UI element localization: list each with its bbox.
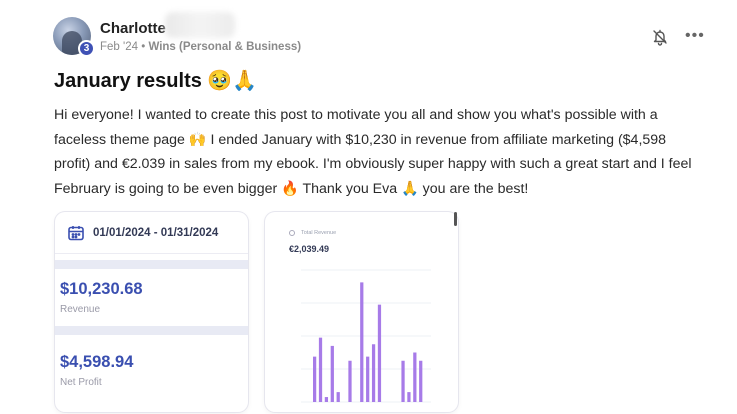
post-title: January results 🥹🙏 bbox=[54, 70, 258, 92]
redacted-name bbox=[165, 12, 235, 38]
date-range: 01/01/2024 - 01/31/2024 bbox=[93, 226, 219, 239]
chart-bar bbox=[377, 304, 382, 402]
meta-separator: • bbox=[141, 41, 146, 53]
chart-bar bbox=[336, 392, 340, 402]
bar-chart bbox=[301, 269, 431, 403]
more-horizontal-icon[interactable]: ••• bbox=[685, 27, 705, 45]
chart-bar bbox=[413, 352, 417, 402]
chart-bar bbox=[371, 344, 376, 402]
chart-bar bbox=[313, 356, 317, 402]
chart-bar bbox=[330, 345, 334, 402]
scrollbar-handle[interactable] bbox=[454, 212, 457, 226]
revenue-value: $10,230.68 bbox=[60, 280, 143, 298]
chart-bar bbox=[419, 360, 423, 402]
revenue-label: Revenue bbox=[60, 304, 101, 315]
chart-bar bbox=[318, 337, 323, 402]
post-meta: Feb '24 • Wins (Personal & Business) bbox=[100, 41, 301, 53]
post-category[interactable]: Wins (Personal & Business) bbox=[148, 41, 301, 53]
chart-bar bbox=[360, 282, 364, 402]
author-name[interactable]: Charlotte bbox=[100, 20, 166, 37]
revenue-chart-card[interactable]: Total Revenue €2,039.49 bbox=[265, 212, 458, 412]
divider-band bbox=[55, 260, 248, 269]
bell-icon[interactable] bbox=[651, 28, 669, 46]
chart-bar bbox=[407, 392, 411, 402]
chart-bar bbox=[366, 356, 370, 402]
avatar[interactable]: 3 bbox=[53, 17, 95, 57]
chart-bar bbox=[348, 360, 352, 402]
post-body: Hi everyone! I wanted to create this pos… bbox=[54, 107, 692, 197]
post-date[interactable]: Feb '24 bbox=[100, 41, 138, 53]
calendar-icon bbox=[68, 225, 84, 240]
profit-value: $4,598.94 bbox=[60, 353, 134, 371]
chart-bar bbox=[401, 360, 405, 402]
divider-band bbox=[55, 326, 248, 335]
stats-card[interactable]: 01/01/2024 - 01/31/2024 $10,230.68 Reven… bbox=[55, 212, 248, 412]
profit-label: Net Profit bbox=[60, 377, 102, 388]
level-badge: 3 bbox=[78, 40, 95, 57]
post-card: 3 Charlotte Feb '24 • Wins (Personal & B… bbox=[0, 0, 737, 414]
date-range-row[interactable]: 01/01/2024 - 01/31/2024 bbox=[55, 212, 248, 254]
chart-bar bbox=[324, 397, 329, 402]
